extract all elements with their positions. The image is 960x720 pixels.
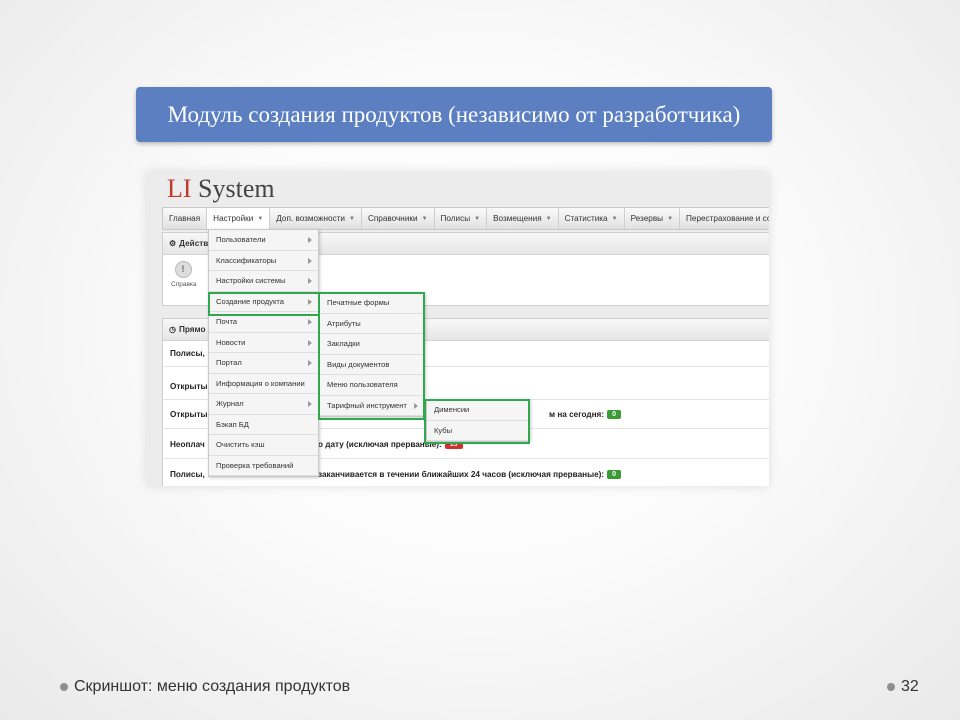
menu-item-clear-cache[interactable]: Очистить кэш xyxy=(209,435,318,456)
menu-item-cubes[interactable]: Кубы xyxy=(427,421,529,441)
chevron-down-icon: ▼ xyxy=(474,215,481,222)
chevron-down-icon: ▼ xyxy=(257,215,264,222)
help-icon: ! xyxy=(174,261,192,278)
chevron-right-icon xyxy=(308,278,312,284)
stat-row: Открыты xyxy=(170,410,208,419)
chevron-down-icon: ▼ xyxy=(545,215,552,222)
bullet-icon xyxy=(60,683,68,691)
menu-item-user-menu[interactable]: Меню пользователя xyxy=(320,375,424,396)
main-nav: Главная Настройки ▼ Доп. возможности ▼ Спр… xyxy=(162,207,769,230)
menu-item-attributes[interactable]: Атрибуты xyxy=(320,314,424,334)
settings-menu: Пользователи Классификаторы Настройки си… xyxy=(208,229,319,477)
chevron-right-icon xyxy=(414,402,418,409)
slide-title: Модуль создания продуктов (независимо от… xyxy=(136,87,772,142)
menu-item-tabs[interactable]: Закладки xyxy=(320,334,424,355)
app-logo: LI System xyxy=(167,174,275,203)
menu-item-classifiers[interactable]: Классификаторы xyxy=(209,251,318,271)
count-badge: 0 xyxy=(607,410,621,420)
menu-item-create-product[interactable]: Создание продукта xyxy=(209,292,318,312)
menu-item-check-requirements[interactable]: Проверка требований xyxy=(209,456,318,476)
menu-item-system-settings[interactable]: Настройки системы xyxy=(209,271,318,292)
slide-caption: Скриншот: меню создания продуктов xyxy=(60,678,350,696)
stat-row-tail: м на сегодня: 0 xyxy=(549,410,621,420)
count-badge: 0 xyxy=(607,470,621,480)
chevron-down-icon: ▼ xyxy=(421,215,428,222)
menu-item-journal[interactable]: Журнал xyxy=(209,394,318,415)
menu-item-portal[interactable]: Портал xyxy=(209,353,318,374)
nav-reinsurance[interactable]: Перестрахование и состра xyxy=(680,208,769,229)
chevron-right-icon xyxy=(308,319,312,325)
menu-item-mail[interactable]: Почта xyxy=(209,312,318,333)
chevron-down-icon: ▼ xyxy=(667,215,674,222)
page-number: 32 xyxy=(887,678,919,696)
chevron-right-icon xyxy=(308,298,312,305)
chevron-right-icon xyxy=(308,360,312,366)
chevron-right-icon xyxy=(308,339,312,346)
app-screenshot: LI System Главная Настройки ▼ Доп. возмож… xyxy=(147,172,769,486)
menu-item-dimensions[interactable]: Дименсии xyxy=(427,400,529,421)
nav-statistics[interactable]: Статистика ▼ xyxy=(559,208,625,229)
nav-home[interactable]: Главная xyxy=(163,208,208,229)
chevron-right-icon xyxy=(308,257,312,264)
stat-row: Открыты xyxy=(170,382,208,391)
chevron-right-icon xyxy=(308,401,312,407)
tariff-submenu: Дименсии Кубы xyxy=(426,399,530,442)
chevron-down-icon: ▼ xyxy=(349,215,355,222)
chevron-down-icon: ▼ xyxy=(611,215,618,222)
nav-settings[interactable]: Настройки ▼ xyxy=(207,208,271,229)
menu-item-news[interactable]: Новости xyxy=(209,333,318,353)
gear-icon: ⚙ xyxy=(169,239,177,248)
menu-item-db-backup[interactable]: Бэкап БД xyxy=(209,415,318,435)
stat-row-tail: заканчивается в течении ближайших 24 час… xyxy=(318,470,621,480)
nav-directories[interactable]: Справочники ▼ xyxy=(362,208,435,229)
menu-item-users[interactable]: Пользователи xyxy=(209,230,318,251)
product-submenu: Печатные формы Атрибуты Закладки Виды до… xyxy=(319,292,425,417)
stat-row: Полисы, xyxy=(170,470,205,479)
clock-icon: ◷ xyxy=(169,325,176,334)
stat-row: Полисы, xyxy=(170,349,205,358)
chevron-right-icon xyxy=(308,237,312,243)
menu-item-print-forms[interactable]: Печатные формы xyxy=(320,293,424,314)
menu-item-document-types[interactable]: Виды документов xyxy=(320,355,424,375)
nav-reserves[interactable]: Резервы ▼ xyxy=(625,208,681,229)
nav-claims[interactable]: Возмещения ▼ xyxy=(487,208,559,229)
stat-row: Неоплач xyxy=(170,440,205,449)
menu-item-company-info[interactable]: Информация о компании xyxy=(209,374,318,394)
nav-policies[interactable]: Полисы ▼ xyxy=(435,208,488,229)
help-button[interactable]: ! Справка xyxy=(171,261,197,288)
nav-extra[interactable]: Доп. возможности ▼ xyxy=(270,208,362,229)
menu-item-tariff-tool[interactable]: Тарифный инструмент xyxy=(320,396,424,416)
bullet-icon xyxy=(887,683,895,691)
